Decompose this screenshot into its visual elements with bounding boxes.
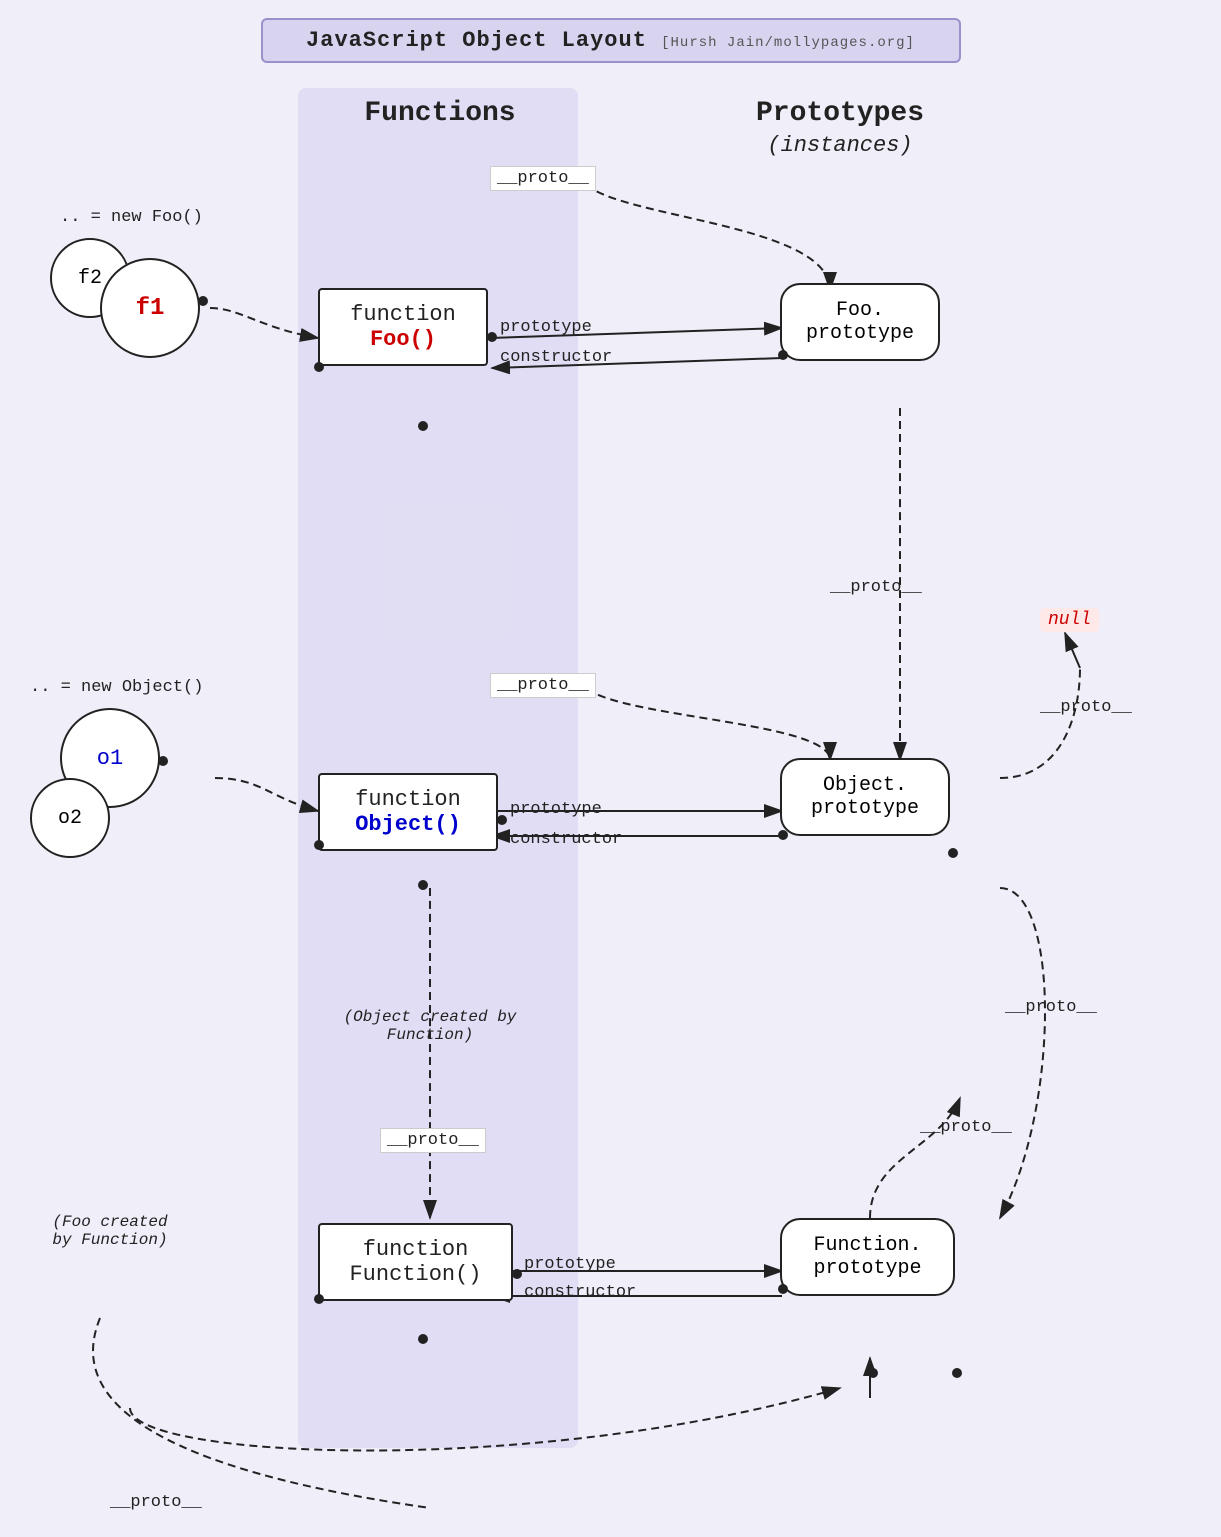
foo-proto-down-label: __proto__ <box>830 578 922 597</box>
obj-constructor-label: constructor <box>510 830 622 849</box>
foo-proto-line1: Foo. <box>836 299 884 322</box>
title-text: JavaScript Object Layout <box>306 28 647 53</box>
new-foo-label: .. = new Foo() <box>60 208 203 227</box>
title-bar: JavaScript Object Layout [Hursh Jain/mol… <box>261 18 961 63</box>
note-foo-created: (Foo createdby Function) <box>30 1213 190 1249</box>
new-object-label: .. = new Object() <box>30 678 203 697</box>
fn-top-proto-label: __proto__ <box>380 1128 486 1153</box>
fn-prototype-label: prototype <box>524 1255 616 1274</box>
fn-func-name: Function() <box>349 1262 481 1287</box>
function-function-box: function Function() <box>318 1223 513 1301</box>
fn-func-constructor-dot <box>314 1294 324 1304</box>
fn-proto-constructor-dot <box>778 1284 788 1294</box>
credit-text: [Hursh Jain/mollypages.org] <box>661 35 915 51</box>
top-proto-label: __proto__ <box>490 166 596 191</box>
fn-proto-bottom-right-dot <box>952 1368 962 1378</box>
null-proto-label: __proto__ <box>1040 698 1132 717</box>
foo-proto-constructor-dot <box>778 350 788 360</box>
o1-label: o1 <box>97 746 123 771</box>
foo-func-keyword: function <box>340 302 466 327</box>
foo-function-box: function Foo() <box>318 288 488 366</box>
foo-proto-line2: prototype <box>806 322 914 345</box>
fn-proto-line1: Function. <box>813 1234 921 1257</box>
foo-func-prototype-dot <box>487 332 497 342</box>
fn-func-proto-dot <box>418 1334 428 1344</box>
function-prototype-box: Function. prototype <box>780 1218 955 1296</box>
o1-dot <box>158 756 168 766</box>
obj-func-keyword: function <box>340 787 476 812</box>
fn-func-keyword: function <box>340 1237 491 1262</box>
f1-label: f1 <box>136 295 165 322</box>
obj-prototype-label: prototype <box>510 800 602 819</box>
f1-dot <box>198 296 208 306</box>
obj-proto-constructor-dot <box>778 830 788 840</box>
o2-label: o2 <box>58 807 82 830</box>
page-container: JavaScript Object Layout [Hursh Jain/mol… <box>0 18 1221 1537</box>
obj-top-proto-label: __proto__ <box>490 673 596 698</box>
object-prototype-box: Object. prototype <box>780 758 950 836</box>
note-object-created: (Object created byFunction) <box>330 1008 530 1044</box>
obj-func-name: Object() <box>355 812 461 837</box>
foo-prototype-label: prototype <box>500 318 592 337</box>
arrows-svg <box>0 18 1221 1537</box>
null-label: null <box>1040 608 1099 632</box>
foo-prototype-box: Foo. prototype <box>780 283 940 361</box>
fn-func-prototype-dot <box>512 1269 522 1279</box>
fn-proto-up-label: __proto__ <box>920 1118 1012 1137</box>
foo-func-name: Foo() <box>370 327 436 352</box>
bottom-proto-label: __proto__ <box>110 1493 202 1512</box>
obj-func-prototype-dot <box>497 815 507 825</box>
fn-constructor-label: constructor <box>524 1283 636 1302</box>
obj-proto-right-dot <box>948 848 958 858</box>
obj-proto-down-label: __proto__ <box>1005 998 1097 1017</box>
fn-proto-line2: prototype <box>813 1257 921 1280</box>
foo-func-constructor-dot <box>314 362 324 372</box>
foo-constructor-label: constructor <box>500 348 612 367</box>
foo-func-proto-dot <box>418 421 428 431</box>
obj-func-constructor-dot <box>314 840 324 850</box>
f1-circle: f1 <box>100 258 200 358</box>
f2-label: f2 <box>78 267 102 290</box>
o2-circle: o2 <box>30 778 110 858</box>
obj-func-proto-dot <box>418 880 428 890</box>
object-function-box: function Object() <box>318 773 498 851</box>
col-header-functions: Functions <box>340 98 540 129</box>
obj-proto-line1: Object. <box>823 774 907 797</box>
col-header-prototypes: Prototypes (instances) <box>740 98 940 160</box>
obj-proto-line2: prototype <box>811 797 919 820</box>
fn-proto-bottom-dot <box>868 1368 878 1378</box>
